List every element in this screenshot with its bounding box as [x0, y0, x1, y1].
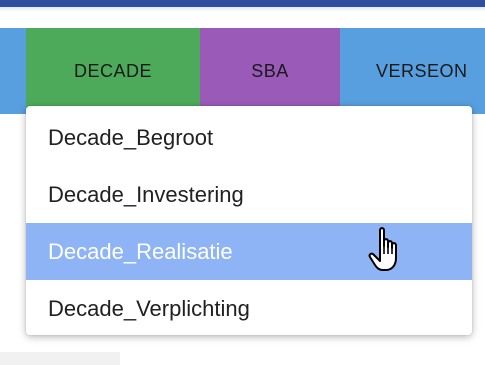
tab-sba[interactable]: SBA: [200, 28, 340, 114]
dropdown-item-decade-realisatie[interactable]: Decade_Realisatie: [26, 223, 472, 280]
tab-verseon[interactable]: VERSEON: [340, 28, 485, 114]
content-divider: [0, 352, 120, 365]
dropdown-item-label: Decade_Begroot: [48, 124, 214, 150]
tab-decade-label: DECADE: [73, 60, 152, 81]
dropdown-item-decade-verplichting[interactable]: Decade_Verplichting: [26, 280, 472, 337]
tab-decade[interactable]: DECADE: [26, 28, 200, 114]
window-top-bar: [0, 0, 485, 7]
tab-verseon-label: VERSEON: [376, 60, 468, 81]
dropdown-item-decade-investering[interactable]: Decade_Investering: [26, 166, 472, 223]
top-bar-shadow: [0, 7, 485, 12]
dropdown-item-decade-begroot[interactable]: Decade_Begroot: [26, 109, 472, 166]
dropdown-item-label: Decade_Investering: [48, 181, 244, 207]
tab-sba-label: SBA: [251, 60, 289, 81]
dropdown-item-label: Decade_Realisatie: [48, 238, 233, 264]
dropdown-menu: Decade_Begroot Decade_Investering Decade…: [26, 106, 472, 335]
dropdown-item-label: Decade_Verplichting: [48, 295, 250, 321]
